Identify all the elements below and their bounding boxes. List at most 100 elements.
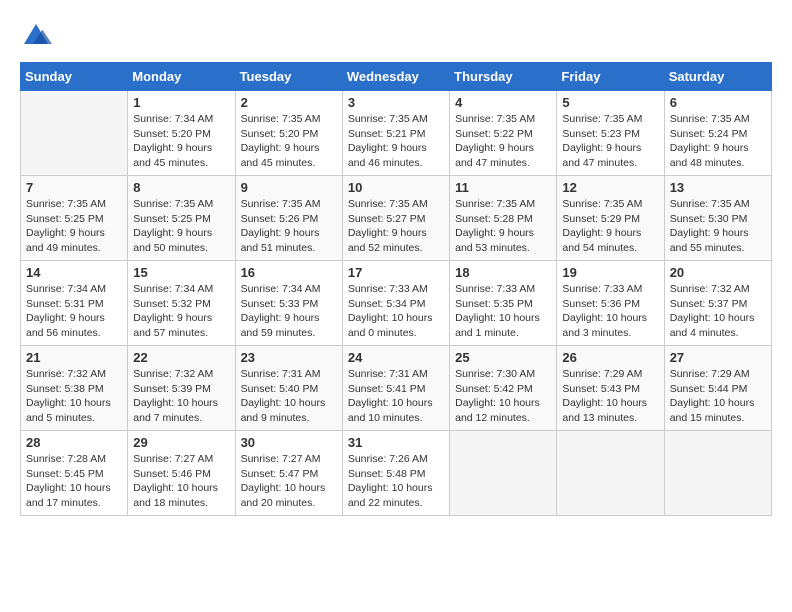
- day-number: 3: [348, 95, 444, 110]
- day-number: 2: [241, 95, 337, 110]
- day-number: 19: [562, 265, 658, 280]
- day-number: 10: [348, 180, 444, 195]
- calendar-cell: 9 Sunrise: 7:35 AMSunset: 5:26 PMDayligh…: [235, 176, 342, 261]
- day-info: Sunrise: 7:35 AMSunset: 5:22 PMDaylight:…: [455, 112, 551, 171]
- day-info: Sunrise: 7:34 AMSunset: 5:31 PMDaylight:…: [26, 282, 122, 341]
- calendar-cell: 22 Sunrise: 7:32 AMSunset: 5:39 PMDaylig…: [128, 346, 235, 431]
- day-of-week-header: Monday: [128, 63, 235, 91]
- day-number: 4: [455, 95, 551, 110]
- calendar-cell: 19 Sunrise: 7:33 AMSunset: 5:36 PMDaylig…: [557, 261, 664, 346]
- day-info: Sunrise: 7:34 AMSunset: 5:33 PMDaylight:…: [241, 282, 337, 341]
- day-number: 13: [670, 180, 766, 195]
- calendar-cell: 16 Sunrise: 7:34 AMSunset: 5:33 PMDaylig…: [235, 261, 342, 346]
- day-info: Sunrise: 7:33 AMSunset: 5:35 PMDaylight:…: [455, 282, 551, 341]
- day-number: 29: [133, 435, 229, 450]
- day-info: Sunrise: 7:29 AMSunset: 5:44 PMDaylight:…: [670, 367, 766, 426]
- logo: [20, 20, 56, 52]
- day-number: 27: [670, 350, 766, 365]
- day-info: Sunrise: 7:31 AMSunset: 5:40 PMDaylight:…: [241, 367, 337, 426]
- day-number: 31: [348, 435, 444, 450]
- calendar-cell: [450, 431, 557, 516]
- day-number: 17: [348, 265, 444, 280]
- day-number: 22: [133, 350, 229, 365]
- calendar-cell: 7 Sunrise: 7:35 AMSunset: 5:25 PMDayligh…: [21, 176, 128, 261]
- day-number: 5: [562, 95, 658, 110]
- day-number: 15: [133, 265, 229, 280]
- day-number: 25: [455, 350, 551, 365]
- calendar-cell: 24 Sunrise: 7:31 AMSunset: 5:41 PMDaylig…: [342, 346, 449, 431]
- calendar-cell: 20 Sunrise: 7:32 AMSunset: 5:37 PMDaylig…: [664, 261, 771, 346]
- calendar-cell: 6 Sunrise: 7:35 AMSunset: 5:24 PMDayligh…: [664, 91, 771, 176]
- day-of-week-header: Wednesday: [342, 63, 449, 91]
- day-number: 6: [670, 95, 766, 110]
- day-info: Sunrise: 7:28 AMSunset: 5:45 PMDaylight:…: [26, 452, 122, 511]
- calendar-table: SundayMondayTuesdayWednesdayThursdayFrid…: [20, 62, 772, 516]
- calendar-cell: 30 Sunrise: 7:27 AMSunset: 5:47 PMDaylig…: [235, 431, 342, 516]
- day-number: 12: [562, 180, 658, 195]
- calendar-cell: 1 Sunrise: 7:34 AMSunset: 5:20 PMDayligh…: [128, 91, 235, 176]
- day-info: Sunrise: 7:35 AMSunset: 5:30 PMDaylight:…: [670, 197, 766, 256]
- day-info: Sunrise: 7:35 AMSunset: 5:25 PMDaylight:…: [133, 197, 229, 256]
- day-number: 1: [133, 95, 229, 110]
- calendar-cell: 29 Sunrise: 7:27 AMSunset: 5:46 PMDaylig…: [128, 431, 235, 516]
- day-number: 14: [26, 265, 122, 280]
- calendar-cell: 5 Sunrise: 7:35 AMSunset: 5:23 PMDayligh…: [557, 91, 664, 176]
- calendar-cell: [557, 431, 664, 516]
- day-of-week-header: Saturday: [664, 63, 771, 91]
- day-info: Sunrise: 7:30 AMSunset: 5:42 PMDaylight:…: [455, 367, 551, 426]
- day-info: Sunrise: 7:32 AMSunset: 5:37 PMDaylight:…: [670, 282, 766, 341]
- calendar-cell: [664, 431, 771, 516]
- calendar-cell: 25 Sunrise: 7:30 AMSunset: 5:42 PMDaylig…: [450, 346, 557, 431]
- day-info: Sunrise: 7:35 AMSunset: 5:20 PMDaylight:…: [241, 112, 337, 171]
- day-number: 7: [26, 180, 122, 195]
- day-info: Sunrise: 7:32 AMSunset: 5:39 PMDaylight:…: [133, 367, 229, 426]
- calendar-cell: 27 Sunrise: 7:29 AMSunset: 5:44 PMDaylig…: [664, 346, 771, 431]
- day-number: 11: [455, 180, 551, 195]
- calendar-cell: 23 Sunrise: 7:31 AMSunset: 5:40 PMDaylig…: [235, 346, 342, 431]
- calendar-cell: 2 Sunrise: 7:35 AMSunset: 5:20 PMDayligh…: [235, 91, 342, 176]
- calendar-cell: 14 Sunrise: 7:34 AMSunset: 5:31 PMDaylig…: [21, 261, 128, 346]
- day-number: 8: [133, 180, 229, 195]
- day-info: Sunrise: 7:35 AMSunset: 5:21 PMDaylight:…: [348, 112, 444, 171]
- day-info: Sunrise: 7:35 AMSunset: 5:27 PMDaylight:…: [348, 197, 444, 256]
- day-number: 28: [26, 435, 122, 450]
- logo-icon: [20, 20, 52, 52]
- day-number: 21: [26, 350, 122, 365]
- calendar-cell: 11 Sunrise: 7:35 AMSunset: 5:28 PMDaylig…: [450, 176, 557, 261]
- day-of-week-header: Friday: [557, 63, 664, 91]
- day-number: 20: [670, 265, 766, 280]
- calendar-cell: 31 Sunrise: 7:26 AMSunset: 5:48 PMDaylig…: [342, 431, 449, 516]
- day-number: 16: [241, 265, 337, 280]
- day-number: 18: [455, 265, 551, 280]
- day-info: Sunrise: 7:35 AMSunset: 5:26 PMDaylight:…: [241, 197, 337, 256]
- day-info: Sunrise: 7:35 AMSunset: 5:23 PMDaylight:…: [562, 112, 658, 171]
- calendar-cell: 13 Sunrise: 7:35 AMSunset: 5:30 PMDaylig…: [664, 176, 771, 261]
- calendar-cell: 21 Sunrise: 7:32 AMSunset: 5:38 PMDaylig…: [21, 346, 128, 431]
- calendar-cell: 10 Sunrise: 7:35 AMSunset: 5:27 PMDaylig…: [342, 176, 449, 261]
- calendar-cell: 3 Sunrise: 7:35 AMSunset: 5:21 PMDayligh…: [342, 91, 449, 176]
- calendar-cell: 8 Sunrise: 7:35 AMSunset: 5:25 PMDayligh…: [128, 176, 235, 261]
- day-info: Sunrise: 7:35 AMSunset: 5:29 PMDaylight:…: [562, 197, 658, 256]
- day-info: Sunrise: 7:29 AMSunset: 5:43 PMDaylight:…: [562, 367, 658, 426]
- day-info: Sunrise: 7:35 AMSunset: 5:28 PMDaylight:…: [455, 197, 551, 256]
- calendar-cell: 12 Sunrise: 7:35 AMSunset: 5:29 PMDaylig…: [557, 176, 664, 261]
- calendar-cell: 18 Sunrise: 7:33 AMSunset: 5:35 PMDaylig…: [450, 261, 557, 346]
- day-info: Sunrise: 7:35 AMSunset: 5:25 PMDaylight:…: [26, 197, 122, 256]
- day-info: Sunrise: 7:35 AMSunset: 5:24 PMDaylight:…: [670, 112, 766, 171]
- calendar-cell: 28 Sunrise: 7:28 AMSunset: 5:45 PMDaylig…: [21, 431, 128, 516]
- day-info: Sunrise: 7:26 AMSunset: 5:48 PMDaylight:…: [348, 452, 444, 511]
- day-info: Sunrise: 7:33 AMSunset: 5:34 PMDaylight:…: [348, 282, 444, 341]
- calendar-cell: 15 Sunrise: 7:34 AMSunset: 5:32 PMDaylig…: [128, 261, 235, 346]
- day-info: Sunrise: 7:34 AMSunset: 5:20 PMDaylight:…: [133, 112, 229, 171]
- day-number: 26: [562, 350, 658, 365]
- calendar-cell: 4 Sunrise: 7:35 AMSunset: 5:22 PMDayligh…: [450, 91, 557, 176]
- day-info: Sunrise: 7:27 AMSunset: 5:47 PMDaylight:…: [241, 452, 337, 511]
- day-number: 30: [241, 435, 337, 450]
- calendar-cell: 26 Sunrise: 7:29 AMSunset: 5:43 PMDaylig…: [557, 346, 664, 431]
- day-info: Sunrise: 7:31 AMSunset: 5:41 PMDaylight:…: [348, 367, 444, 426]
- day-of-week-header: Sunday: [21, 63, 128, 91]
- day-info: Sunrise: 7:32 AMSunset: 5:38 PMDaylight:…: [26, 367, 122, 426]
- day-number: 23: [241, 350, 337, 365]
- page-header: [20, 20, 772, 52]
- day-info: Sunrise: 7:27 AMSunset: 5:46 PMDaylight:…: [133, 452, 229, 511]
